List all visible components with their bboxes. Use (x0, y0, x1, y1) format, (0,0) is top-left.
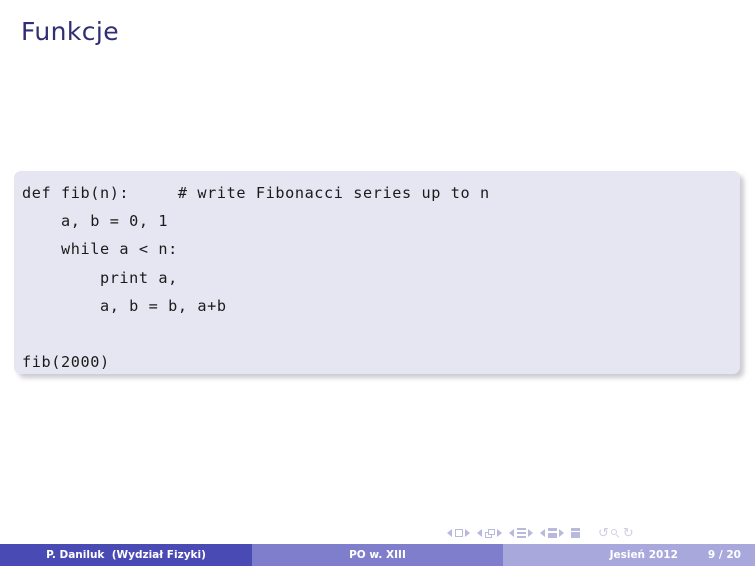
triangle-right-icon[interactable] (559, 529, 564, 537)
nav-group-section[interactable] (540, 528, 564, 538)
footer-author: P. Daniluk (Wydział Fizyki) (0, 544, 252, 566)
code-block-text: def fib(n): # write Fibonacci series up … (22, 184, 490, 372)
footer-date: Jesień 2012 (609, 549, 678, 561)
triangle-left-icon[interactable] (447, 529, 452, 537)
footer-bar: P. Daniluk (Wydział Fizyki) PO w. XIII J… (0, 544, 755, 566)
nav-group-slide[interactable] (447, 529, 470, 537)
triangle-right-icon[interactable] (528, 529, 533, 537)
nav-group-subsection[interactable] (509, 528, 533, 538)
forward-circle-icon[interactable]: ↻ (623, 527, 634, 540)
triangle-left-icon[interactable] (477, 529, 482, 537)
back-circle-icon[interactable]: ↺ (598, 527, 609, 540)
slide-square-icon[interactable] (454, 529, 463, 537)
nav-group-frame[interactable] (477, 528, 502, 538)
subsection-icon[interactable] (516, 528, 526, 538)
triangle-left-icon[interactable] (540, 529, 545, 537)
beamer-navigation-symbols[interactable]: ↺ ↻ (447, 523, 747, 543)
section-icon[interactable] (547, 528, 557, 538)
footer-presentation-title: PO w. XIII (252, 544, 503, 566)
footer-page-number: 9 / 20 (707, 549, 741, 561)
triangle-right-icon[interactable] (497, 529, 502, 537)
code-block: def fib(n): # write Fibonacci series up … (14, 171, 740, 374)
page-title: Funkcje (21, 17, 120, 46)
triangle-right-icon[interactable] (465, 529, 470, 537)
magnifier-icon[interactable] (610, 528, 620, 538)
presentation-icon[interactable] (571, 528, 580, 538)
footer-meta: Jesień 2012 9 / 20 (503, 544, 755, 566)
triangle-left-icon[interactable] (509, 529, 514, 537)
frames-icon[interactable] (484, 528, 495, 538)
